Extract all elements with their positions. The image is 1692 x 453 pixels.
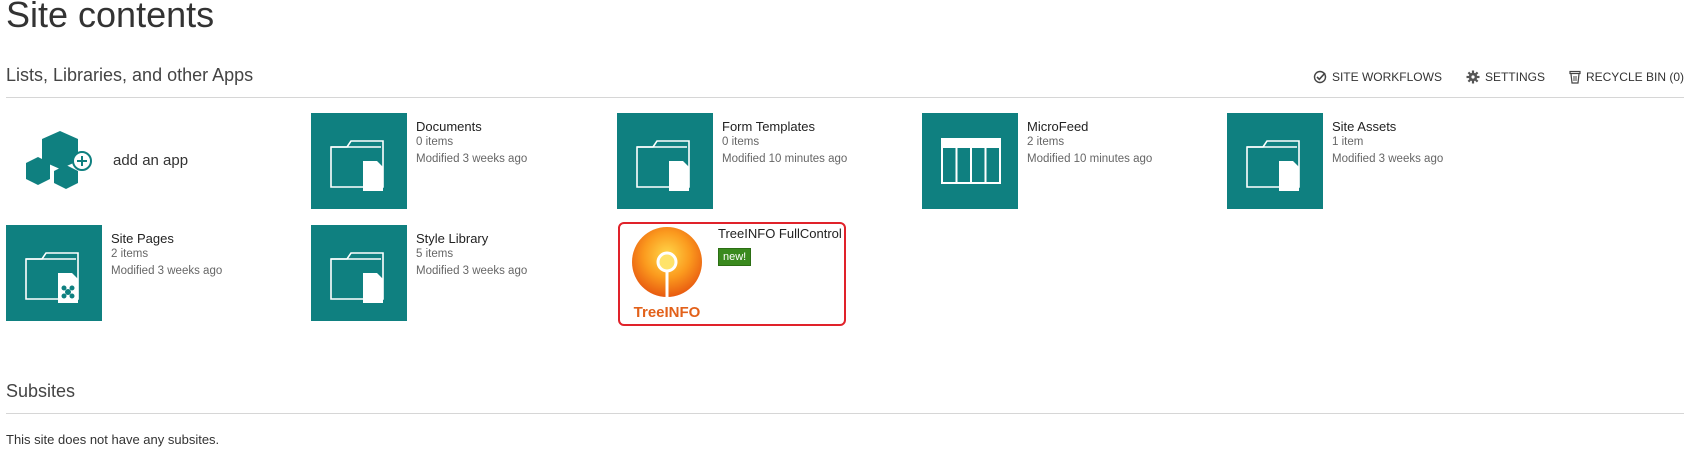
workflow-check-icon <box>1313 70 1327 84</box>
site-contents-toolbar: SITE WORKFLOWS SETTINGS RECYCLE BIN (0) <box>1313 70 1684 84</box>
app-item-count: 2 items <box>111 248 149 260</box>
app-name[interactable]: Documents <box>416 119 527 134</box>
app-item-count: 0 items <box>722 136 760 148</box>
app-name[interactable]: Site Pages <box>111 231 222 246</box>
new-badge: new! <box>718 248 752 266</box>
app-name-treeinfo[interactable]: TreeINFO FullControl <box>718 226 842 241</box>
add-app-icon <box>26 131 92 189</box>
section-divider <box>6 97 1684 98</box>
page-title: Site contents <box>6 0 215 35</box>
settings-label: SETTINGS <box>1484 70 1545 84</box>
app-name[interactable]: Style Library <box>416 231 527 246</box>
app-item-count: 2 items <box>1027 136 1065 148</box>
app-modified: Modified 3 weeks ago <box>111 265 223 277</box>
recycle-bin-icon <box>1569 70 1581 84</box>
app-name[interactable]: MicroFeed <box>1027 119 1152 134</box>
gear-icon <box>1466 70 1480 84</box>
list-table-icon <box>922 113 1018 209</box>
app-modified: Modified 3 weeks ago <box>1332 153 1444 165</box>
site-pages-folder-icon <box>6 225 102 321</box>
library-folder-icon <box>617 113 713 209</box>
settings-button[interactable]: SETTINGS <box>1466 70 1545 84</box>
library-folder-icon <box>1227 113 1323 209</box>
app-modified: Modified 10 minutes ago <box>1027 153 1153 165</box>
site-workflows-label: SITE WORKFLOWS <box>1331 70 1442 84</box>
library-folder-icon <box>311 225 407 321</box>
app-item-count: 0 items <box>416 136 454 148</box>
add-an-app-tile[interactable] <box>24 131 94 198</box>
recycle-bin-label: RECYCLE BIN (0) <box>1585 70 1684 84</box>
app-name[interactable]: Form Templates <box>722 119 847 134</box>
app-item-count: 5 items <box>416 248 454 260</box>
treeinfo-logo-icon: TreeINFO <box>632 227 702 321</box>
library-folder-icon <box>311 113 407 209</box>
recycle-bin-button[interactable]: RECYCLE BIN (0) <box>1569 70 1684 84</box>
app-modified: Modified 3 weeks ago <box>416 153 528 165</box>
app-modified: Modified 3 weeks ago <box>416 265 528 277</box>
subsites-section-title: Subsites <box>6 381 76 401</box>
lists-section-title: Lists, Libraries, and other Apps <box>6 65 254 85</box>
app-name[interactable]: Site Assets <box>1332 119 1443 134</box>
app-modified: Modified 10 minutes ago <box>722 153 848 165</box>
subsites-divider <box>6 413 1684 414</box>
add-an-app-label[interactable]: add an app <box>113 152 188 169</box>
site-workflows-button[interactable]: SITE WORKFLOWS <box>1313 70 1442 84</box>
app-item-count: 1 item <box>1332 136 1364 148</box>
treeinfo-logo-text: TreeINFO <box>634 304 701 321</box>
subsites-empty-message: This site does not have any subsites. <box>6 432 220 447</box>
